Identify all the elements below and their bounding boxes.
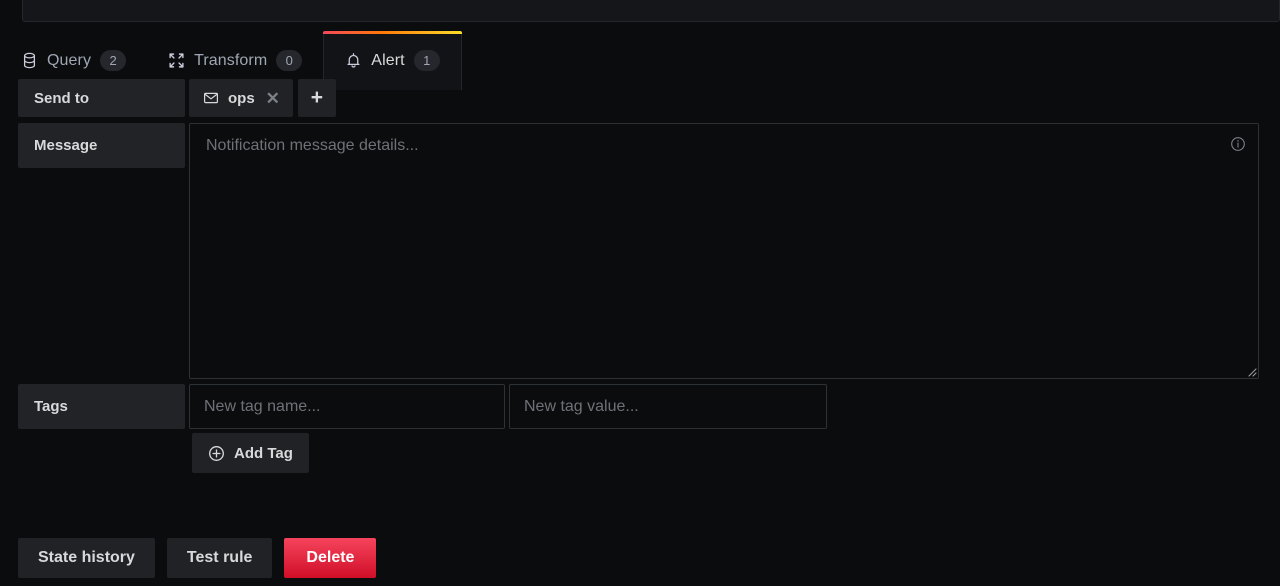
test-rule-button[interactable]: Test rule <box>166 538 273 578</box>
database-icon <box>21 52 38 69</box>
tags-label: Tags <box>18 384 185 429</box>
tab-alert-label: Alert <box>371 51 405 69</box>
tab-query-label: Query <box>47 51 92 69</box>
panel-top-edge <box>22 0 1280 22</box>
add-tag-label: Add Tag <box>234 444 293 462</box>
notification-channel-name: ops <box>228 89 255 107</box>
tags-row: Tags <box>18 384 827 429</box>
state-history-button[interactable]: State history <box>18 538 155 578</box>
send-to-row: Send to ops ✕ + <box>18 79 336 117</box>
mail-icon <box>203 90 219 106</box>
tag-name-input[interactable] <box>189 384 505 429</box>
notification-channel-chip-ops[interactable]: ops ✕ <box>189 79 293 117</box>
transform-icon <box>168 52 185 69</box>
message-label: Message <box>18 123 185 168</box>
alert-footer-actions: State history Test rule Delete <box>18 538 377 578</box>
resize-handle-icon[interactable] <box>1244 364 1257 377</box>
message-textarea-wrapper <box>189 123 1259 379</box>
add-notification-channel-button[interactable]: + <box>297 79 336 117</box>
delete-button[interactable]: Delete <box>284 538 377 578</box>
tag-value-input[interactable] <box>509 384 827 429</box>
message-input[interactable] <box>189 123 1259 379</box>
panel-editor-tabs: Query 2 Transform 0 Alert 1 <box>0 31 1280 90</box>
bell-icon <box>345 52 362 69</box>
tab-transform-label: Transform <box>194 51 268 69</box>
message-row: Message <box>18 123 1259 379</box>
tab-query-badge: 2 <box>100 50 127 71</box>
tab-alert-badge: 1 <box>413 50 440 71</box>
tab-transform-badge: 0 <box>276 50 303 71</box>
alert-rule-form: Send to ops ✕ + Message Notification mes… <box>0 79 1280 586</box>
add-tag-button[interactable]: Add Tag <box>192 433 309 473</box>
close-icon[interactable]: ✕ <box>264 90 280 107</box>
send-to-label: Send to <box>18 79 185 117</box>
circle-plus-icon <box>208 445 225 462</box>
